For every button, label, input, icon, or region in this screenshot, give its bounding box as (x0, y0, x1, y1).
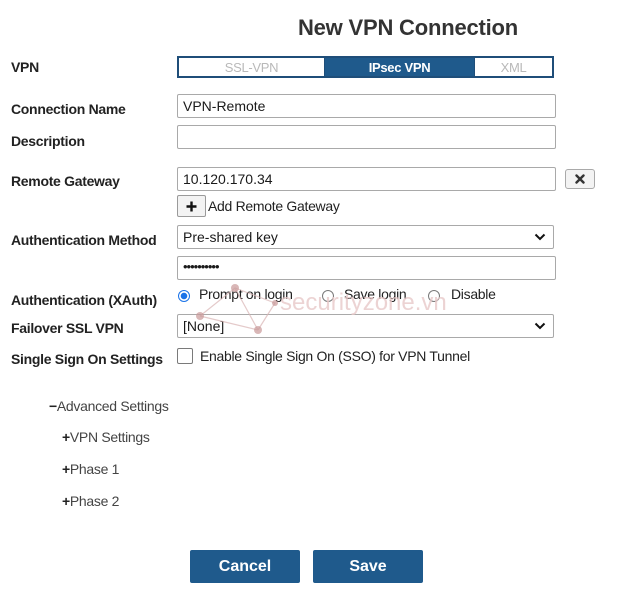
connection-name-input[interactable] (177, 94, 556, 118)
tree-item-vpn-settings[interactable]: +VPN Settings (62, 429, 150, 445)
add-remote-gateway-label[interactable]: Add Remote Gateway (208, 198, 340, 214)
radio-prompt-on-login[interactable] (178, 290, 190, 302)
radio-save-login[interactable] (322, 290, 334, 302)
tree-item-label: Phase 2 (69, 493, 120, 509)
tree-item-label: Phase 1 (69, 461, 120, 477)
page-title: New VPN Connection (297, 15, 519, 40)
close-icon (575, 174, 585, 184)
auth-method-select[interactable]: Pre-shared key (177, 225, 554, 249)
vpn-option-ipsec[interactable]: IPsec VPN (325, 58, 474, 76)
connection-name-label: Connection Name (11, 101, 126, 117)
tree-item-phase-2[interactable]: +Phase 2 (62, 493, 119, 509)
sso-label: Single Sign On Settings (11, 351, 163, 367)
add-remote-gateway-button[interactable] (177, 195, 206, 217)
save-button[interactable]: Save (313, 550, 423, 583)
failover-label: Failover SSL VPN (11, 320, 124, 336)
collapse-icon: − (49, 398, 57, 414)
description-label: Description (11, 133, 85, 149)
failover-value: [None] (183, 318, 225, 334)
preshared-key-input[interactable]: •••••••••• (177, 256, 556, 280)
plus-icon (186, 201, 197, 211)
expand-icon: + (62, 461, 70, 477)
radio-disable-label[interactable]: Disable (451, 286, 496, 302)
chevron-down-icon (532, 226, 548, 248)
tree-item-label: VPN Settings (69, 429, 150, 445)
xauth-label: Authentication (XAuth) (11, 292, 157, 308)
vpn-option-ssl[interactable]: SSL-VPN (179, 58, 325, 76)
sso-checkbox[interactable] (177, 348, 193, 364)
advanced-settings-toggle[interactable]: −Advanced Settings (49, 398, 169, 414)
auth-method-label: Authentication Method (11, 232, 157, 248)
failover-select[interactable]: [None] (177, 314, 554, 338)
cancel-button[interactable]: Cancel (190, 550, 300, 583)
expand-icon: + (62, 429, 70, 445)
vpn-type-switch: SSL-VPN IPsec VPN XML (177, 56, 554, 78)
tree-item-phase-1[interactable]: +Phase 1 (62, 461, 119, 477)
chevron-down-icon (532, 315, 548, 337)
expand-icon: + (62, 493, 70, 509)
radio-disable[interactable] (428, 290, 440, 302)
remote-gateway-label: Remote Gateway (11, 173, 120, 189)
vpn-label: VPN (11, 59, 39, 75)
remove-gateway-button[interactable] (565, 169, 595, 189)
advanced-settings-label: Advanced Settings (56, 398, 169, 414)
radio-prompt-on-login-label[interactable]: Prompt on login (199, 286, 293, 302)
sso-checkbox-label[interactable]: Enable Single Sign On (SSO) for VPN Tunn… (200, 348, 470, 364)
radio-save-login-label[interactable]: Save login (344, 286, 407, 302)
auth-method-value: Pre-shared key (183, 229, 278, 245)
remote-gateway-input[interactable] (177, 167, 556, 191)
description-input[interactable] (177, 125, 556, 149)
vpn-option-xml[interactable]: XML (474, 58, 552, 76)
